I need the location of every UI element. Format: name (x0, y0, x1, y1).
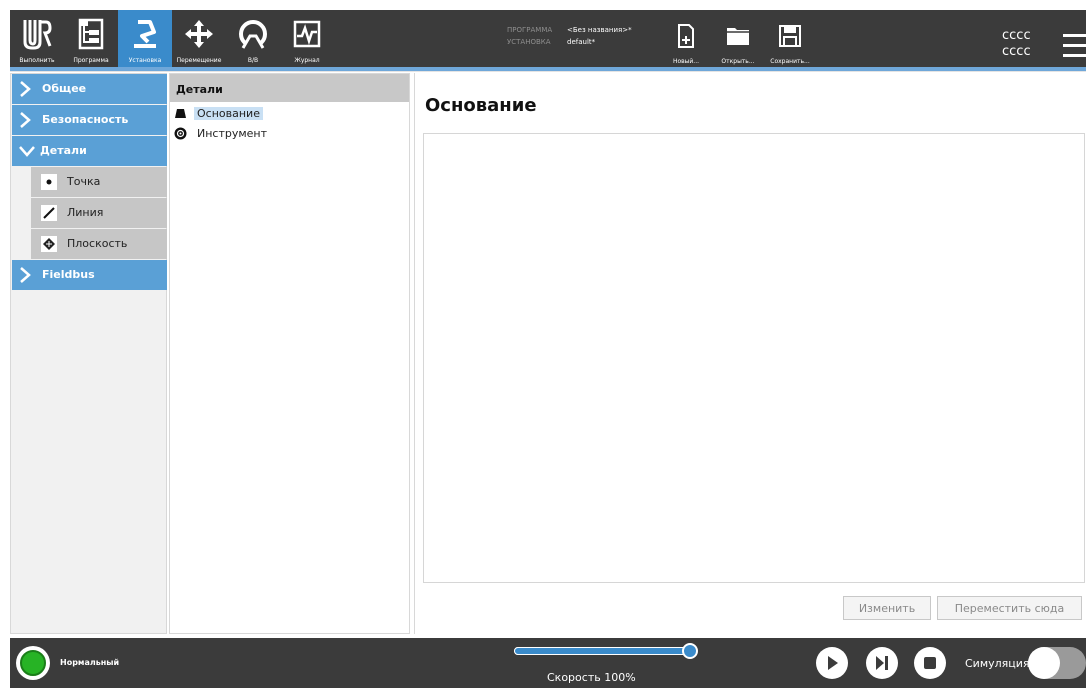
simulation-toggle-knob (1028, 647, 1060, 679)
open-folder-icon (708, 22, 768, 50)
play-button[interactable] (816, 647, 848, 679)
features-list-header: Детали (170, 74, 409, 102)
stop-icon (924, 657, 936, 669)
base-icon (175, 109, 186, 118)
edit-button[interactable]: Изменить (843, 596, 931, 620)
plane-icon (41, 236, 57, 252)
line-icon (41, 205, 57, 221)
page-title: Основание (425, 95, 537, 116)
top-bar-underline (10, 67, 1086, 72)
program-icon (64, 16, 118, 52)
tree-item-fieldbus[interactable]: Fieldbus (12, 260, 167, 290)
chevron-right-icon (20, 81, 31, 97)
tree-item-general[interactable]: Общее (12, 74, 167, 104)
chevron-down-icon (19, 146, 35, 157)
nav-program-button[interactable]: Программа (64, 10, 118, 67)
speed-label: Скорость 100% (547, 671, 636, 684)
stop-button[interactable] (914, 647, 946, 679)
log-icon (280, 16, 334, 52)
installation-name: default* (567, 38, 596, 46)
move-here-button[interactable]: Переместить сюда (937, 596, 1082, 620)
footer-bar: Нормальный Скорость 100% Симуляция (10, 638, 1086, 688)
chevron-right-icon (20, 267, 31, 283)
play-icon (828, 656, 838, 670)
save-icon (760, 22, 820, 50)
feature-content-area (423, 133, 1085, 583)
tree-item-features[interactable]: Детали (12, 136, 167, 166)
save-file-button[interactable]: Сохранить... (760, 20, 820, 68)
robot-status-button[interactable] (16, 646, 50, 680)
program-info: ПРОГРАММА <Без названия>* УСТАНОВКА defaul… (507, 24, 632, 48)
app-window: Выполнить Программа Установка Перемещени… (0, 0, 1086, 688)
open-file-button[interactable]: Открыть... (708, 20, 768, 68)
tree-item-safety[interactable]: Безопасность (12, 105, 167, 135)
tree-item-plane[interactable]: Плоскость (31, 229, 167, 259)
features-list-panel: Детали Основание Инструмент (169, 73, 410, 634)
move-icon (172, 16, 226, 52)
installation-tree: Общее Безопасность Детали Точка Линия Пл… (10, 73, 167, 634)
program-key: ПРОГРАММА (507, 26, 553, 34)
nav-installation-button[interactable]: Установка (118, 10, 172, 67)
tree-item-point[interactable]: Точка (31, 167, 167, 197)
status-indicator-icon (20, 650, 46, 676)
speed-slider-knob[interactable] (682, 643, 698, 659)
status-text: Нормальный (60, 658, 120, 667)
installation-key: УСТАНОВКА (507, 38, 551, 46)
nav-io-button[interactable]: В/В (226, 10, 280, 67)
nav-log-button[interactable]: Журнал (280, 10, 334, 67)
robot-name: cccc cccc (1002, 28, 1031, 59)
new-file-button[interactable]: Новый... (656, 20, 716, 68)
step-icon (876, 656, 888, 670)
io-icon (226, 16, 280, 52)
installation-icon (118, 16, 172, 52)
tool-icon (174, 127, 187, 140)
hamburger-menu-icon[interactable] (1060, 32, 1086, 60)
ur-logo-icon (10, 16, 64, 52)
nav-move-button[interactable]: Перемещение (172, 10, 226, 67)
nav-run-button[interactable]: Выполнить (10, 10, 64, 67)
program-name: <Без названия>* (567, 26, 632, 34)
point-icon (41, 174, 57, 190)
tree-item-line[interactable]: Линия (31, 198, 167, 228)
simulation-toggle[interactable] (1028, 647, 1086, 679)
feature-detail-panel: Основание Изменить Переместить сюда (414, 73, 1086, 634)
chevron-right-icon (20, 112, 31, 128)
speed-slider[interactable] (514, 643, 698, 659)
simulation-label: Симуляция (965, 657, 1030, 670)
step-button[interactable] (866, 647, 898, 679)
speed-slider-fill (514, 647, 694, 655)
top-bar: Выполнить Программа Установка Перемещени… (10, 10, 1086, 72)
new-file-icon (656, 22, 716, 50)
